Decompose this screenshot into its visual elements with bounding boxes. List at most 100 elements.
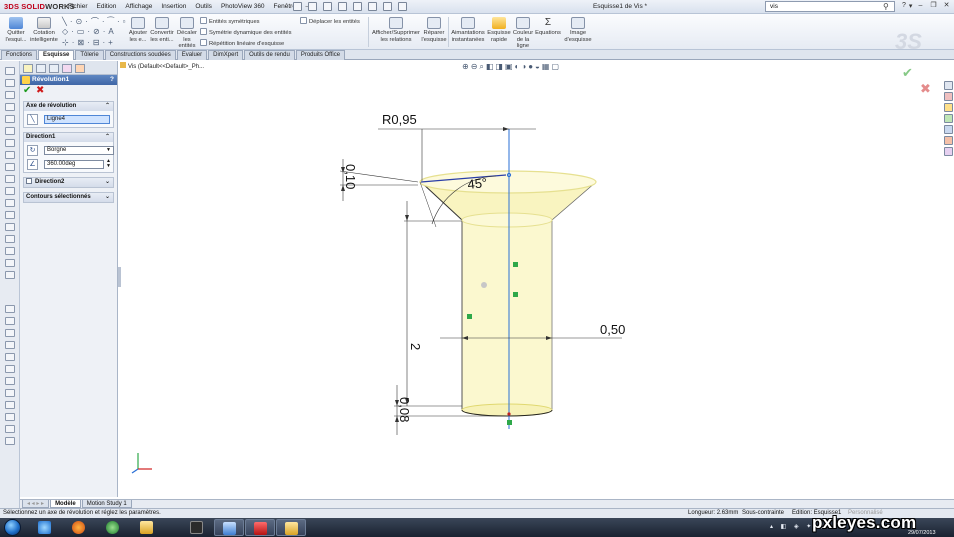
menu-outils[interactable]: Outils [195,3,212,11]
print-icon[interactable] [338,2,347,11]
tab-motion-study[interactable]: Motion Study 1 [81,500,132,508]
menu-insertion[interactable]: Insertion [161,3,186,11]
angle-input[interactable]: 360.00deg [44,160,104,169]
sketch-picture-button[interactable]: Image d'esquisse [563,17,593,43]
dim-angle[interactable]: 45° [467,175,488,192]
tool-icon[interactable] [5,235,15,243]
axis-group-header[interactable]: Axe de révolution ⌃ [24,102,113,111]
chevron-down-icon[interactable]: ⌄ [105,193,110,202]
menu-photoview[interactable]: PhotoView 360 [221,3,265,11]
dimxpert-tab-icon[interactable] [62,64,72,73]
tab-produits-office[interactable]: Produits Office [295,50,346,60]
direction2-checkbox[interactable] [26,178,32,184]
reverse-direction-icon[interactable]: ↻ [27,145,38,156]
sketch-entities-row-2[interactable]: ◇·▭·⊘·A [62,27,117,36]
restore-icon[interactable]: ❐ [928,1,939,11]
select-icon[interactable] [368,2,377,11]
dim-tip[interactable]: 0,08 [397,397,412,422]
rebuild-icon[interactable] [383,2,392,11]
options-icon[interactable] [398,2,407,11]
taskbar-folder-open[interactable] [276,519,306,536]
tool-icon[interactable] [5,413,15,421]
tool-icon[interactable] [5,341,15,349]
tab-nav-arrows[interactable]: ◂ ◂ ▸ ▸ [22,500,50,508]
menu-edition[interactable]: Edition [97,3,117,11]
tool-icon[interactable] [5,163,15,171]
taskbar-media[interactable] [98,519,128,536]
angle-spinner[interactable]: ▲ ▼ [106,159,111,169]
tool-icon[interactable] [5,365,15,373]
dim-length[interactable]: 2 [408,343,423,350]
end-condition-select[interactable]: Borgne ▼ [44,146,114,155]
add-relation-button[interactable]: Ajouter les e... [127,17,149,43]
dynamic-mirror-button[interactable]: Symétrie dynamique des entités [200,28,292,36]
menu-affichage[interactable]: Affichage [125,3,152,11]
tool-icon[interactable] [5,115,15,123]
smart-dimension-button[interactable]: Cotation intelligente [30,17,58,43]
undo-icon[interactable] [353,2,362,11]
dim-radius[interactable]: R0,95 [382,112,417,127]
move-entities-button[interactable]: Déplacer les entités [300,17,360,25]
tool-icon[interactable] [5,187,15,195]
direction2-header[interactable]: Direction2 ⌄ [24,178,113,187]
dim-head-height[interactable]: 0,10 [343,164,358,189]
show-relations-button[interactable]: Afficher/Supprimer les relations [372,17,420,43]
repair-sketch-button[interactable]: Réparer l'esquisse [421,17,447,43]
tab-constructions-soudees[interactable]: Constructions soudées [104,50,176,60]
chevron-up-icon[interactable]: ⌃ [105,133,110,142]
tool-icon[interactable] [5,199,15,207]
tool-icon[interactable] [5,437,15,445]
display-tab-icon[interactable] [75,64,85,73]
help-icon[interactable]: ? [902,2,906,10]
chevron-down-icon[interactable]: ⌄ [105,178,110,187]
tool-icon[interactable] [5,247,15,255]
save-icon[interactable] [323,2,332,11]
tool-icon[interactable] [5,259,15,267]
tab-esquisse[interactable]: Esquisse [38,50,75,60]
sketch-entities-row-3[interactable]: ⊹·⊠·⊟·+ [62,38,116,47]
tool-icon[interactable] [5,211,15,219]
convert-entities-button[interactable]: Convertir les enti... [150,17,174,43]
sketch-entities-row-1[interactable]: ╲·⊙·⌒·⁀·▫ [62,16,128,27]
solidworks-logo[interactable]: 3DS SOLIDWORKS [4,2,75,11]
mirror-entities-button[interactable]: Entités symétriques [200,17,260,25]
tool-icon[interactable] [5,305,15,313]
offset-entities-button[interactable]: Décaler les entités [176,17,198,50]
cancel-button[interactable]: ✖ [36,85,44,96]
tool-icon[interactable] [5,67,15,75]
configuration-tab-icon[interactable] [49,64,59,73]
tab-fonctions[interactable]: Fonctions [1,50,38,60]
tab-tolerie[interactable]: Tôlerie [75,50,104,60]
taskbar-explorer[interactable] [132,519,162,536]
minimize-icon[interactable]: – [915,1,926,11]
taskbar-ie[interactable] [30,519,60,536]
tool-icon[interactable] [5,127,15,135]
graphics-area[interactable]: Vis (Default<<Default>_Ph... ⊕⊖⌕◧◨▣◐◑●◒▦… [118,29,954,499]
chevron-up-icon[interactable]: ⌃ [105,102,110,111]
linear-pattern-button[interactable]: Répétition linéaire d'esquisse [200,39,284,47]
chevron-down-icon[interactable]: ▾ [909,2,913,10]
tool-icon[interactable] [5,389,15,397]
tool-icon[interactable] [5,329,15,337]
tool-icon[interactable] [5,139,15,147]
taskbar-app[interactable] [182,519,212,536]
feature-tree-tab-icon[interactable] [23,64,33,73]
tool-icon[interactable] [5,271,15,279]
axis-selection-field[interactable]: Ligne4 [44,115,110,124]
tool-icon[interactable] [5,401,15,409]
tool-icon[interactable] [5,223,15,231]
tool-icon[interactable] [5,175,15,183]
relation-marker[interactable] [513,262,518,267]
taskbar-app-open[interactable] [214,519,244,536]
ok-button[interactable]: ✔ [23,85,31,96]
start-button[interactable] [4,519,21,536]
tab-outils-de-rendu[interactable]: Outils de rendu [244,50,295,60]
quick-snaps-button[interactable]: Aimantations instantanées [450,17,486,43]
tab-dimxpert[interactable]: DimXpert [208,50,244,60]
origin-point[interactable] [507,412,511,416]
dim-diameter[interactable]: 0,50 [600,322,625,337]
menu-fichier[interactable]: Fichier [68,3,88,11]
taskbar-solidworks[interactable] [245,519,275,536]
relation-marker[interactable] [513,292,518,297]
tool-icon[interactable] [5,79,15,87]
